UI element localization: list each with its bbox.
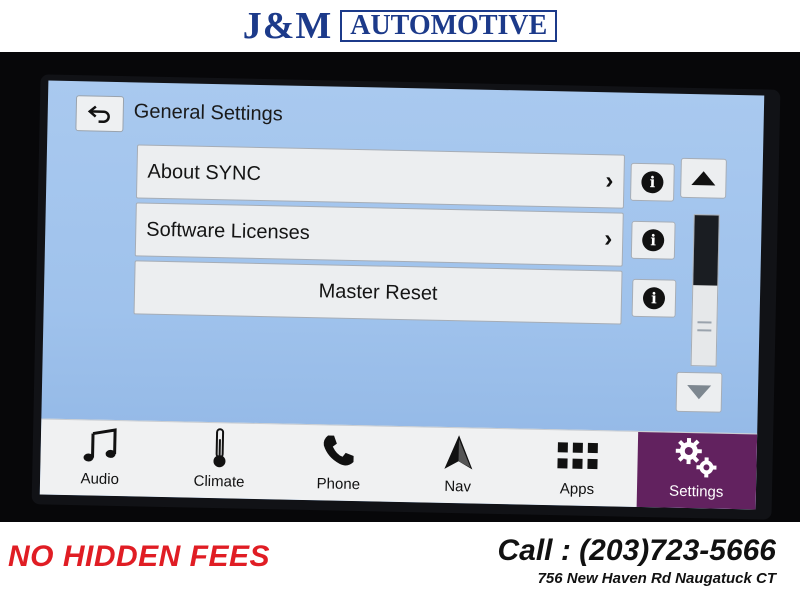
nav-tab-settings[interactable]: Settings xyxy=(636,431,758,510)
dealer-phone: Call : (203)723-5666 xyxy=(497,534,777,567)
apps-grid-icon xyxy=(557,442,598,470)
scroll-down-button[interactable] xyxy=(675,371,723,413)
nav-tab-climate[interactable]: Climate xyxy=(159,422,280,499)
music-note-icon xyxy=(83,428,117,462)
nav-tab-audio[interactable]: Audio xyxy=(40,419,161,496)
dealer-logo-brand: J&M xyxy=(242,5,333,47)
phone-icon xyxy=(324,435,354,466)
gears-icon xyxy=(676,438,717,478)
chevron-right-icon: › xyxy=(605,167,614,195)
footer-tagline: NO HIDDEN FEES xyxy=(8,540,271,573)
info-icon: i xyxy=(642,287,666,310)
menu-item-label: Master Reset xyxy=(318,279,438,305)
nav-tab-phone[interactable]: Phone xyxy=(278,424,399,501)
dealer-address: 756 New Haven Rd Naugatuck CT xyxy=(537,570,776,587)
menu-item-label: Software Licenses xyxy=(146,218,310,244)
scrollbar-track[interactable] xyxy=(690,214,720,367)
scrollbar-thumb[interactable] xyxy=(693,215,719,286)
nav-label: Settings xyxy=(668,482,724,501)
back-button[interactable] xyxy=(75,95,125,133)
nav-label: Nav xyxy=(444,477,472,496)
triangle-up-icon xyxy=(691,171,716,186)
dealer-logo-subtitle: AUTOMOTIVE xyxy=(340,10,558,42)
nav-label: Climate xyxy=(193,472,245,491)
nav-tab-nav[interactable]: Nav xyxy=(398,427,519,504)
chevron-right-icon: › xyxy=(603,225,613,253)
dealer-footer: NO HIDDEN FEES Call : (203)723-5666 756 … xyxy=(0,522,800,600)
bottom-nav-bar: Audio Climate Phone Nav Apps Settings xyxy=(39,418,758,510)
info-icon: i xyxy=(641,170,664,194)
sync-screen: General Settings About SYNC › Software L… xyxy=(39,80,765,510)
info-button-about-sync[interactable]: i xyxy=(630,162,675,202)
triangle-down-icon xyxy=(686,384,712,400)
thermometer-icon xyxy=(213,428,226,468)
menu-item-label: About SYNC xyxy=(147,160,262,185)
menu-item-software-licenses[interactable]: Software Licenses › xyxy=(134,202,624,267)
footer-contact: Call : (203)723-5666 756 New Haven Rd Na… xyxy=(498,534,777,587)
dealer-banner: J&M AUTOMOTIVE xyxy=(0,0,800,52)
nav-label: Apps xyxy=(559,480,595,499)
scrollbar-grip-icon xyxy=(697,321,712,332)
scroll-up-button[interactable] xyxy=(680,157,727,199)
page-title: General Settings xyxy=(133,100,283,126)
menu-item-master-reset[interactable]: Master Reset xyxy=(133,260,623,325)
menu-item-about-sync[interactable]: About SYNC › xyxy=(135,144,625,209)
navigation-arrow-icon xyxy=(444,435,473,470)
nav-tab-apps[interactable]: Apps xyxy=(517,429,638,506)
info-button-master-reset[interactable]: i xyxy=(631,278,677,318)
photo-area: General Settings About SYNC › Software L… xyxy=(0,52,800,522)
info-icon: i xyxy=(641,229,665,252)
info-button-software-licenses[interactable]: i xyxy=(630,220,676,260)
nav-label: Audio xyxy=(80,470,120,489)
nav-label: Phone xyxy=(316,475,361,494)
back-arrow-icon xyxy=(87,105,110,123)
